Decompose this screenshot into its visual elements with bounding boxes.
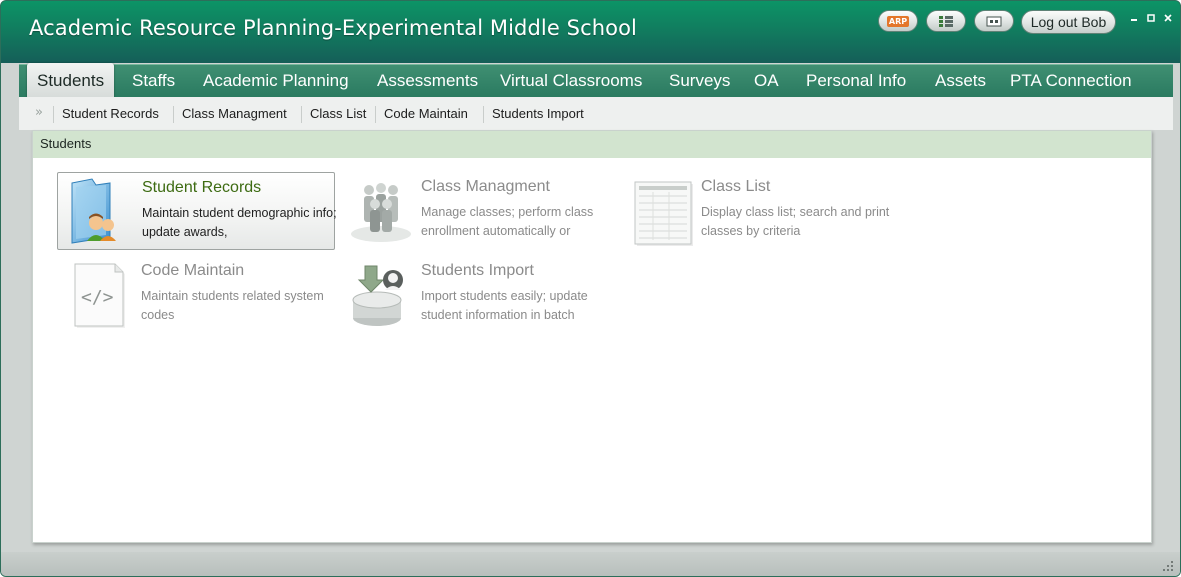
card-class-managment[interactable]: Class Managment Manage classes; perform … xyxy=(337,172,615,250)
sub-student-records[interactable]: Student Records xyxy=(62,106,159,121)
sub-class-list[interactable]: Class List xyxy=(310,106,366,121)
panel-title: Students xyxy=(33,131,1151,158)
card-title: Code Maintain xyxy=(141,262,245,279)
sub-class-managment[interactable]: Class Managment xyxy=(182,106,287,121)
menu-surveys[interactable]: Surveys xyxy=(669,65,730,98)
main-menu: Students Staffs Academic Planning Assess… xyxy=(19,63,1173,98)
students-panel: Students Student Records Maintain studen… xyxy=(32,130,1152,543)
sub-students-import[interactable]: Students Import xyxy=(492,106,584,121)
menu-personal-info[interactable]: Personal Info xyxy=(806,65,906,98)
menu-academic-planning[interactable]: Academic Planning xyxy=(203,65,349,98)
card-description: Display class list; search and print cla… xyxy=(701,205,890,238)
card-description: Import students easily; update student i… xyxy=(421,289,588,322)
menu-oa[interactable]: OA xyxy=(754,65,779,98)
resize-grip-icon[interactable] xyxy=(1162,560,1174,572)
separator xyxy=(301,106,302,123)
menu-assessments[interactable]: Assessments xyxy=(377,65,478,98)
window-icon xyxy=(986,16,1002,26)
sub-menu: » Student Records Class Managment Class … xyxy=(19,97,1173,130)
maximize-icon[interactable] xyxy=(1145,13,1157,25)
card-title: Class List xyxy=(701,178,771,195)
card-description: Maintain students related system codes xyxy=(141,289,324,322)
separator xyxy=(483,106,484,123)
app-window: Academic Resource Planning-Experimental … xyxy=(0,0,1181,577)
card-title: Student Records xyxy=(142,179,262,196)
menu-staffs[interactable]: Staffs xyxy=(132,65,175,98)
minimize-icon[interactable] xyxy=(1128,13,1140,25)
class-list-icon xyxy=(625,176,693,246)
menu-virtual-classrooms[interactable]: Virtual Classrooms xyxy=(500,65,642,98)
list-view-button[interactable] xyxy=(926,10,966,32)
card-title: Class Managment xyxy=(421,178,550,195)
menu-pta-connection[interactable]: PTA Connection xyxy=(1010,65,1132,98)
close-icon[interactable] xyxy=(1162,13,1174,25)
arp-button[interactable]: ARP xyxy=(878,10,918,32)
card-class-list[interactable]: Class List Display class list; search an… xyxy=(617,172,895,250)
card-student-records[interactable]: Student Records Maintain student demogra… xyxy=(57,172,337,250)
student-records-icon xyxy=(66,177,134,247)
status-bar xyxy=(1,552,1180,576)
card-code-maintain[interactable]: </> Code Maintain Maintain students rela… xyxy=(57,256,335,334)
window-mode-button[interactable] xyxy=(974,10,1014,32)
menu-students[interactable]: Students xyxy=(27,63,115,98)
app-title: Academic Resource Planning-Experimental … xyxy=(29,16,637,40)
card-title: Students Import xyxy=(421,262,534,279)
logout-button[interactable]: Log out Bob xyxy=(1021,10,1116,34)
list-icon xyxy=(939,15,953,27)
card-description: Manage classes; perform class enrollment… xyxy=(421,205,594,238)
card-description: Maintain student demographic info; updat… xyxy=(142,206,337,239)
svg-text:</>: </> xyxy=(81,287,114,308)
separator xyxy=(173,106,174,123)
separator xyxy=(375,106,376,123)
code-maintain-icon: </> xyxy=(65,260,133,330)
sub-code-maintain[interactable]: Code Maintain xyxy=(384,106,468,121)
separator xyxy=(53,106,54,123)
arp-icon: ARP xyxy=(886,15,910,27)
title-bar: Academic Resource Planning-Experimental … xyxy=(1,1,1180,63)
class-management-icon xyxy=(345,176,413,246)
breadcrumb-arrow-icon: » xyxy=(35,105,43,120)
menu-assets[interactable]: Assets xyxy=(935,65,986,98)
card-students-import[interactable]: Students Import Import students easily; … xyxy=(337,256,615,334)
students-import-icon xyxy=(345,260,413,330)
